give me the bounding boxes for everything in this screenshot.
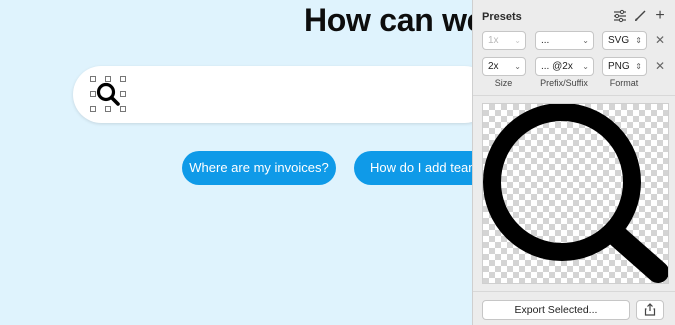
selection-handle[interactable]: [90, 76, 96, 82]
selection-handle[interactable]: [120, 106, 126, 112]
selection-handle[interactable]: [90, 91, 96, 97]
format-value: SVG: [608, 35, 630, 46]
divider: [473, 291, 675, 292]
size-value: 1x: [488, 35, 499, 46]
stepper-icon: ⇕: [635, 62, 642, 71]
remove-row-icon[interactable]: ✕: [654, 59, 666, 73]
format-select-row2[interactable]: PNG ⇕: [602, 57, 647, 76]
chevron-down-icon: ⌄: [514, 62, 521, 71]
size-select-row2[interactable]: 2x ⌄: [482, 57, 526, 76]
selection-handle[interactable]: [120, 91, 126, 97]
selection-handle[interactable]: [90, 106, 96, 112]
share-button[interactable]: [636, 300, 664, 320]
prefix-column-label: Prefix/Suffix: [540, 78, 588, 88]
search-bar[interactable]: [73, 66, 472, 123]
presets-title: Presets: [482, 11, 522, 23]
headline: How can we: [304, 2, 472, 38]
remove-row-icon[interactable]: ✕: [654, 33, 666, 47]
design-canvas[interactable]: How can we Where are my invoices? How do…: [0, 0, 472, 325]
export-panel: Presets + 1x ⌄ ... ⌄ SVG ⇕ ✕ 2x ⌄ ... @2x ⌄ P…: [472, 0, 675, 325]
size-select-row1[interactable]: 1x ⌄: [482, 31, 526, 50]
selection-handle[interactable]: [105, 106, 111, 112]
export-selected-button[interactable]: Export Selected...: [482, 300, 630, 320]
plus-icon[interactable]: +: [653, 8, 667, 24]
format-value: PNG: [608, 61, 630, 72]
brush-icon[interactable]: [633, 9, 647, 23]
selected-search-icon[interactable]: [90, 76, 126, 112]
format-select-row1[interactable]: SVG ⇕: [602, 31, 647, 50]
prefix-value: ... @2x: [541, 61, 573, 72]
selection-handle[interactable]: [120, 76, 126, 82]
suggestion-invoices[interactable]: Where are my invoices?: [182, 151, 336, 185]
divider: [473, 95, 675, 96]
prefix-value: ...: [541, 35, 550, 46]
chevron-down-icon: ⌄: [514, 36, 521, 45]
size-value: 2x: [488, 61, 499, 72]
prefix-select-row1[interactable]: ... ⌄: [535, 31, 594, 50]
size-column-label: Size: [494, 78, 513, 88]
share-icon: [644, 303, 656, 316]
export-preview: [482, 103, 669, 284]
prefix-select-row2[interactable]: ... @2x ⌄: [535, 57, 594, 76]
chevron-down-icon: ⌄: [582, 62, 589, 71]
sliders-icon[interactable]: [613, 9, 627, 23]
stepper-icon: ⇕: [635, 36, 642, 45]
search-icon: [483, 104, 668, 283]
suggestion-add-team[interactable]: How do I add team m: [354, 151, 472, 185]
format-column-label: Format: [609, 78, 639, 88]
search-icon: [96, 82, 120, 106]
selection-handle[interactable]: [105, 76, 111, 82]
chevron-down-icon: ⌄: [582, 36, 589, 45]
